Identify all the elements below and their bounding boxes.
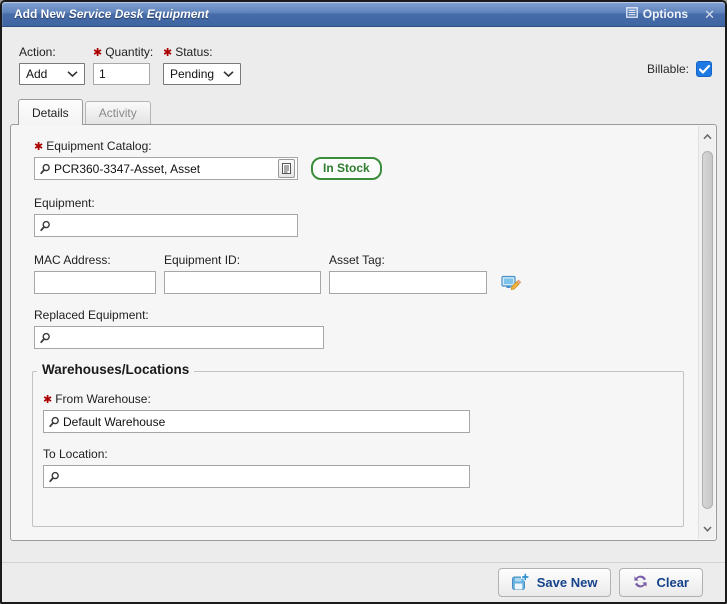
equipment-id-field-group: Equipment ID: — [164, 253, 321, 294]
equipment-field — [34, 214, 298, 237]
scroll-down-icon[interactable] — [699, 520, 715, 537]
tabstrip: Details Activity — [2, 97, 725, 124]
edit-asset-icon[interactable] — [501, 275, 522, 292]
required-marker: ✱ — [163, 47, 172, 59]
warehouses-locations-title: Warehouses/Locations — [37, 362, 194, 377]
search-icon — [39, 220, 51, 232]
chevron-down-icon — [223, 71, 234, 77]
add-equipment-dialog: Add New Service Desk Equipment Options ✕… — [0, 0, 727, 604]
close-icon[interactable]: ✕ — [704, 8, 715, 21]
replaced-equipment-field — [34, 326, 324, 349]
asset-tag-field-group: Asset Tag: — [329, 253, 487, 294]
equipment-id-label: Equipment ID: — [164, 253, 321, 267]
vertical-scrollbar[interactable] — [698, 126, 715, 539]
chevron-down-icon — [67, 71, 78, 77]
catalog-detail-trigger-icon[interactable] — [278, 159, 295, 178]
tab-details[interactable]: Details — [18, 99, 83, 125]
asset-tag-input[interactable] — [329, 271, 487, 294]
options-button[interactable]: Options — [626, 7, 688, 21]
billable-field-group: Billable: — [647, 61, 712, 77]
details-form: ✱Equipment Catalog: In Stock — [12, 126, 698, 539]
quantity-input[interactable] — [93, 63, 150, 85]
from-warehouse-field — [43, 410, 470, 433]
action-field-group: Action: Add — [19, 45, 85, 85]
required-marker: ✱ — [43, 394, 52, 406]
action-select[interactable]: Add — [19, 63, 85, 85]
search-icon — [39, 332, 51, 344]
to-location-label: To Location: — [43, 447, 683, 461]
options-button-label: Options — [643, 7, 688, 21]
dialog-title-prefix: Add New — [14, 7, 65, 21]
save-disk-plus-icon — [512, 573, 529, 593]
scrollbar-thumb[interactable] — [702, 151, 713, 509]
dialog-title-emphasis: Service Desk Equipment — [69, 7, 209, 21]
replaced-equipment-input[interactable] — [51, 327, 323, 348]
status-select-value: Pending — [170, 67, 214, 81]
to-location-input[interactable] — [60, 466, 469, 487]
titlebar-controls: Options ✕ — [626, 7, 715, 21]
to-location-field-group: To Location: — [43, 447, 683, 488]
warehouses-locations-groupbox: Warehouses/Locations ✱From Warehouse: To… — [32, 371, 684, 527]
mac-address-field-group: MAC Address: — [34, 253, 156, 294]
dialog-titlebar: Add New Service Desk Equipment Options ✕ — [2, 2, 725, 27]
save-new-button[interactable]: Save New — [498, 568, 612, 597]
mac-address-input[interactable] — [34, 271, 156, 294]
save-new-button-label: Save New — [537, 575, 598, 590]
action-label: Action: — [19, 45, 85, 59]
required-marker: ✱ — [93, 47, 102, 59]
required-marker: ✱ — [34, 141, 43, 153]
scroll-up-icon[interactable] — [699, 128, 715, 145]
dialog-title: Add New Service Desk Equipment — [14, 7, 626, 21]
billable-checkbox[interactable] — [696, 61, 712, 77]
equipment-input[interactable] — [51, 215, 297, 236]
list-icon — [626, 7, 638, 21]
search-icon — [48, 416, 60, 428]
from-warehouse-field-group: ✱From Warehouse: — [43, 392, 683, 433]
equipment-catalog-input[interactable] — [51, 158, 278, 179]
from-warehouse-input[interactable] — [60, 411, 469, 432]
from-warehouse-label: ✱From Warehouse: — [43, 392, 683, 406]
details-tab-panel: ✱Equipment Catalog: In Stock — [10, 124, 717, 541]
status-select[interactable]: Pending — [163, 63, 241, 85]
to-location-field — [43, 465, 470, 488]
quantity-field-group: ✱Quantity: — [93, 45, 153, 85]
status-field-group: ✱Status: Pending — [163, 45, 241, 85]
equipment-id-input[interactable] — [164, 271, 321, 294]
replaced-equipment-label: Replaced Equipment: — [34, 308, 698, 322]
search-icon — [48, 471, 60, 483]
billable-label: Billable: — [647, 62, 689, 76]
identifiers-row: MAC Address: Equipment ID: Asset Tag: — [34, 253, 698, 294]
status-label: ✱Status: — [163, 45, 241, 59]
check-icon — [699, 65, 710, 74]
header-fields: Action: Add ✱Quantity: ✱Status: Pending … — [2, 27, 725, 97]
action-select-value: Add — [26, 67, 47, 81]
equipment-catalog-field-group: ✱Equipment Catalog: In Stock — [34, 139, 698, 180]
quantity-label: ✱Quantity: — [93, 45, 153, 59]
search-icon — [39, 163, 51, 175]
replaced-equipment-field-group: Replaced Equipment: — [34, 308, 698, 349]
in-stock-badge: In Stock — [311, 157, 382, 180]
asset-tag-label: Asset Tag: — [329, 253, 487, 267]
equipment-field-group: Equipment: — [34, 196, 698, 237]
equipment-catalog-field — [34, 157, 298, 180]
equipment-label: Equipment: — [34, 196, 698, 210]
dialog-footer: Save New Clear — [2, 562, 725, 602]
tab-activity[interactable]: Activity — [85, 101, 151, 124]
equipment-catalog-label: ✱Equipment Catalog: — [34, 139, 698, 153]
mac-address-label: MAC Address: — [34, 253, 156, 267]
clear-button[interactable]: Clear — [619, 568, 703, 597]
refresh-arrows-icon — [633, 574, 648, 592]
clear-button-label: Clear — [656, 575, 689, 590]
